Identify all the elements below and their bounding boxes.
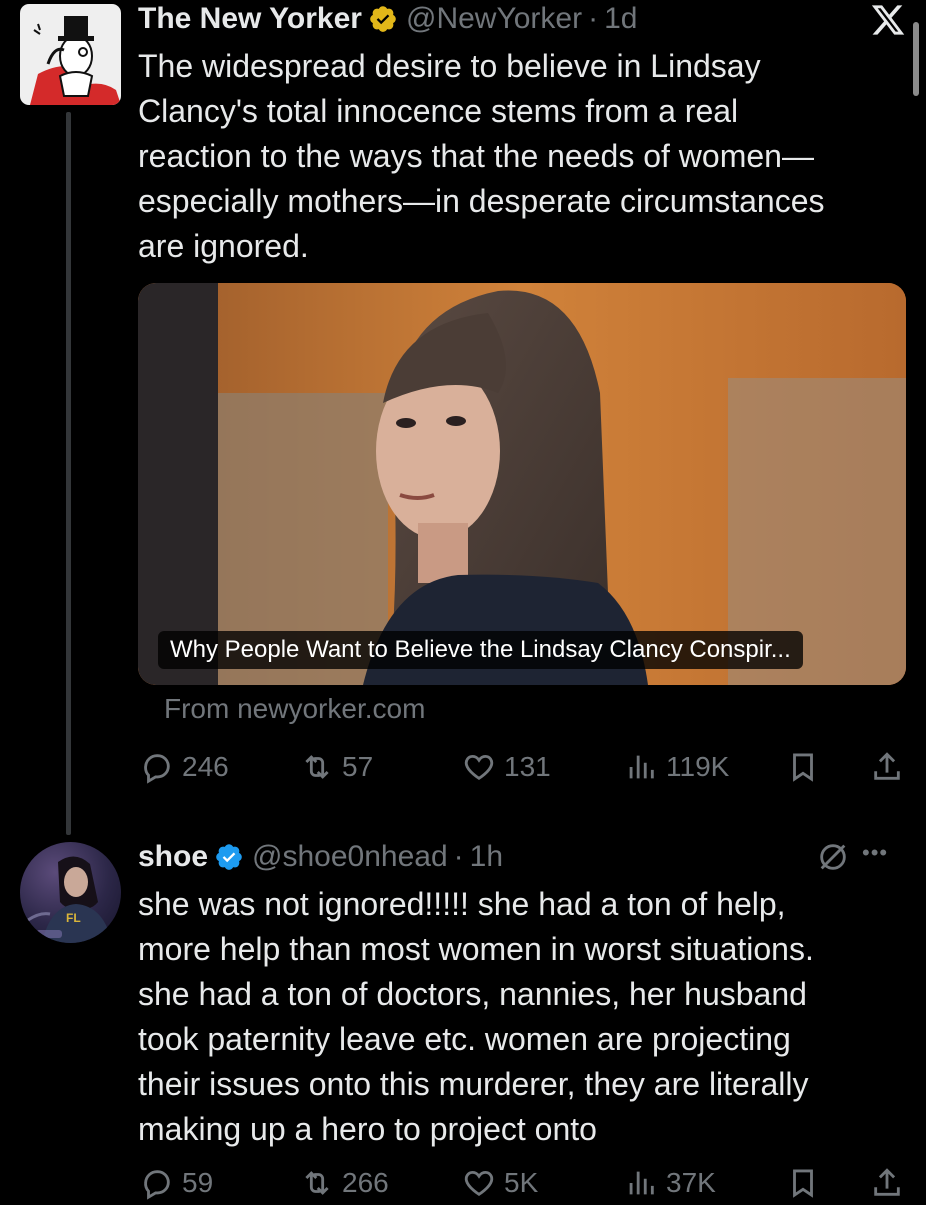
retweet-count: 57 <box>342 751 374 782</box>
bookmark-button[interactable] <box>786 750 820 789</box>
like-icon <box>464 1170 494 1196</box>
tweet2-header: shoe @shoe0nhead · 1h <box>138 840 503 874</box>
tweet1-time[interactable]: 1d <box>604 2 637 36</box>
tweet1-header: The New Yorker @NewYorker · 1d <box>138 2 637 36</box>
like-count: 131 <box>504 751 551 782</box>
reply-icon <box>144 1170 170 1200</box>
retweet-icon <box>305 755 329 779</box>
share-button[interactable] <box>870 1166 904 1205</box>
retweet-icon <box>305 1171 329 1195</box>
views-count: 37K <box>666 1167 716 1198</box>
tweet2-text: she was not ignored!!!!! she had a ton o… <box>138 886 814 1147</box>
share-button[interactable] <box>870 750 904 789</box>
share-icon <box>874 752 900 780</box>
verified-badge-blue <box>216 844 242 870</box>
tweet1-display-name[interactable]: The New Yorker <box>138 2 362 36</box>
bookmark-icon <box>793 1169 813 1198</box>
bookmark-button[interactable] <box>786 1166 820 1205</box>
reply-count: 246 <box>182 751 229 782</box>
shoe-avatar[interactable]: FL <box>20 842 121 943</box>
article-card[interactable]: Why People Want to Believe the Lindsay C… <box>138 283 906 685</box>
retweet-button[interactable]: 57 <box>300 750 373 784</box>
views-icon <box>629 755 654 779</box>
article-card-caption: Why People Want to Believe the Lindsay C… <box>158 631 803 669</box>
tweet1-text: The widespread desire to believe in Lind… <box>138 48 825 264</box>
retweet-button[interactable]: 266 <box>300 1166 389 1200</box>
verified-badge-gold <box>370 6 396 32</box>
like-count: 5K <box>504 1167 539 1198</box>
bookmark-icon <box>793 753 813 782</box>
reply-count: 59 <box>182 1167 214 1198</box>
article-source[interactable]: From newyorker.com <box>164 693 425 725</box>
thread-line <box>66 112 71 835</box>
like-button[interactable]: 5K <box>462 1166 538 1200</box>
tweet2-separator: · <box>453 840 464 873</box>
tweet2-time[interactable]: 1h <box>470 840 503 874</box>
tweet1-handle[interactable]: @NewYorker <box>406 2 582 36</box>
share-icon <box>874 1168 900 1196</box>
more-icon[interactable]: ••• <box>862 840 888 866</box>
retweet-count: 266 <box>342 1167 389 1198</box>
grok-icon[interactable] <box>816 840 850 874</box>
tweet1-separator: · <box>588 2 599 35</box>
reply-icon <box>144 754 170 784</box>
tweet2-display-name[interactable]: shoe <box>138 840 208 874</box>
views-icon <box>629 1171 654 1195</box>
tweet2-handle[interactable]: @shoe0nhead <box>252 840 448 874</box>
x-logo[interactable] <box>868 2 908 38</box>
views-button[interactable]: 119K <box>624 750 729 784</box>
svg-text:FL: FL <box>66 911 81 925</box>
reply-button[interactable]: 59 <box>140 1166 213 1200</box>
scrollbar[interactable] <box>913 22 919 96</box>
views-button[interactable]: 37K <box>624 1166 716 1200</box>
article-image <box>138 283 906 685</box>
new-yorker-avatar[interactable] <box>20 4 121 105</box>
like-icon <box>464 754 494 780</box>
like-button[interactable]: 131 <box>462 750 551 784</box>
reply-button[interactable]: 246 <box>140 750 229 784</box>
views-count: 119K <box>666 751 730 782</box>
